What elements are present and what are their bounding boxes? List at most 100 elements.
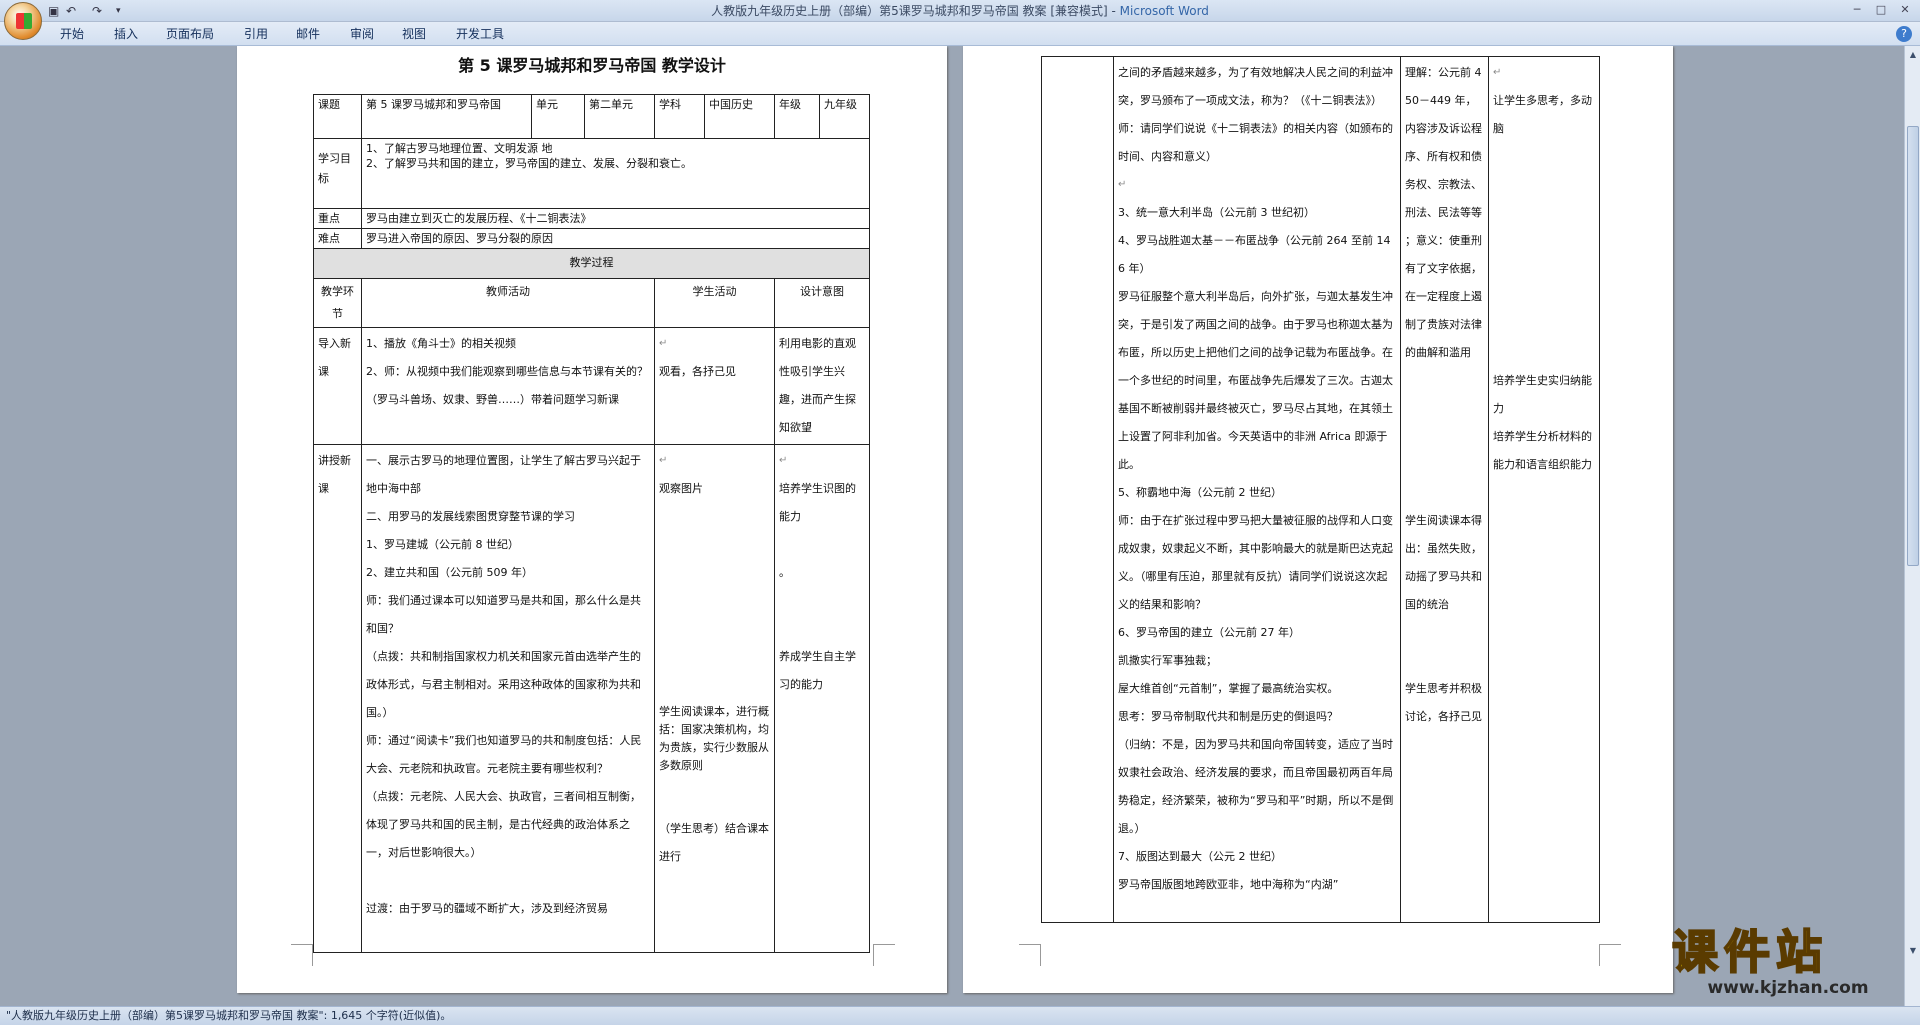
document-area[interactable]: 第 5 课罗马城邦和罗马帝国 教学设计 课题 第 5 课罗马城邦和罗马帝国 单元…	[0, 46, 1904, 1006]
list-item: 2、了解罗马共和国的建立，罗马帝国的建立、发展、分裂和衰亡。	[366, 157, 692, 170]
cell-value: 罗马进入帝国的原因、罗马分裂的原因	[361, 228, 870, 249]
scroll-up-icon[interactable]: ▲	[1908, 50, 1918, 60]
list-item: 师：请同学们说说《十二铜表法》的相关内容（如颁布的时间、内容和意义）	[1118, 122, 1393, 163]
list-item: 之间的矛盾越来越多，为了有效地解决人民之间的利益冲突，罗马颁布了一项成文法，称为…	[1118, 66, 1393, 107]
crop-mark	[1599, 944, 1621, 966]
list-item: 一、展示古罗马的地理位置图，让学生了解古罗马兴起于地中海中部	[366, 454, 641, 495]
list-item: 5、称霸地中海（公元前 2 世纪）	[1118, 486, 1282, 499]
help-icon[interactable]: ?	[1896, 26, 1912, 42]
watermark: 课件站 www.kjzhan.com	[1671, 925, 1904, 1006]
mark: ↵	[779, 455, 788, 466]
teacher-cell: 1、播放《角斗士》的相关视频 2、师：从视频中我们能观察到哪些信息与本节课有关的…	[361, 327, 655, 445]
list-item: 罗马征服整个意大利半岛后，向外扩张，与迦太基发生冲突，于是引发了两国之间的战争。…	[1118, 290, 1393, 471]
list-item: 凯撒实行军事独裁；	[1118, 654, 1217, 667]
status-bar: "人教版九年级历史上册（部编）第5课罗马城邦和罗马帝国 教案": 1,645 个…	[0, 1006, 1920, 1025]
table-row: 教学环节 教师活动 学生活动 设计意图	[313, 278, 870, 328]
tab-mailings[interactable]: 邮件	[296, 26, 320, 42]
list-item: 理解：公元前 450－449 年，内容涉及诉讼程序、所有权和债务权、宗教法、刑法…	[1405, 66, 1482, 359]
scroll-thumb[interactable]	[1907, 126, 1919, 566]
list-item: 过渡：由于罗马的疆域不断扩大，涉及到经济贸易	[366, 902, 608, 915]
tab-review[interactable]: 审阅	[350, 26, 374, 42]
list-item: 培养学生分析材料的能力和语言组织能力	[1493, 430, 1592, 471]
cell-label: 重点	[313, 208, 362, 229]
column-header: 学生活动	[654, 278, 775, 328]
tab-home[interactable]: 开始	[60, 26, 84, 42]
list-item: 4、罗马战胜迦太基－－布匿战争（公元前 264 至前 146 年）	[1118, 234, 1391, 275]
table-row: 之间的矛盾越来越多，为了有效地解决人民之间的利益冲突，罗马颁布了一项成文法，称为…	[1041, 56, 1600, 923]
list-item: 二、用罗马的发展线索图贯穿整节课的学习	[366, 510, 575, 523]
table-row: 讲授新课 一、展示古罗马的地理位置图，让学生了解古罗马兴起于地中海中部 二、用罗…	[313, 444, 870, 953]
intent-cell: 利用电影的直观性吸引学生兴趣，进而产生探知欲望	[774, 327, 870, 445]
list-item: 观察图片	[659, 482, 703, 495]
list-item: （点拨：元老院、人民大会、执政官，三者间相互制衡，体现了罗马共和国的民主制，是古…	[366, 790, 641, 859]
cell-label: 学习目标	[313, 138, 362, 209]
status-text: "人教版九年级历史上册（部编）第5课罗马城邦和罗马帝国 教案": 1,645 个…	[6, 1009, 452, 1022]
cell-value: 九年级	[819, 94, 870, 139]
scroll-down-icon[interactable]: ▼	[1908, 946, 1918, 956]
close-button[interactable]: ✕	[1894, 2, 1916, 18]
cell-value: 罗马由建立到灭亡的发展历程、《十二铜表法》	[361, 208, 870, 229]
list-item: （点拨：共和制指国家权力机关和国家元首由选举产生的政体形式，与君主制相对。采用这…	[366, 650, 641, 719]
title-bar: ▣ ↶ ↷ ▾ 人教版九年级历史上册（部编）第5课罗马城邦和罗马帝国 教案 [兼…	[0, 0, 1920, 22]
table-row: 学习目标 1、了解古罗马地理位置、文明发源 地 2、了解罗马共和国的建立，罗马帝…	[313, 138, 870, 209]
watermark-url: www.kjzhan.com	[1707, 978, 1869, 998]
teacher-cell: 一、展示古罗马的地理位置图，让学生了解古罗马兴起于地中海中部 二、用罗马的发展线…	[361, 444, 655, 953]
table-row: 课题 第 5 课罗马城邦和罗马帝国 单元 第二单元 学科 中国历史 年级 九年级	[313, 94, 870, 139]
intent-cell: ↵ 让学生多思考，多动脑 培养学生史实归纳能力 培养学生分析材料的能力和语言组织…	[1488, 56, 1600, 923]
section-heading: 教学过程	[313, 248, 870, 279]
list-item: 罗马帝国版图地跨欧亚非，地中海称为“内湖”	[1118, 878, 1339, 891]
tab-insert[interactable]: 插入	[114, 26, 138, 42]
student-cell: 理解：公元前 450－449 年，内容涉及诉讼程序、所有权和债务权、宗教法、刑法…	[1400, 56, 1489, 923]
list-item: 培养学生史实归纳能力	[1493, 374, 1592, 415]
vertical-scrollbar[interactable]: ▲ ▼	[1904, 46, 1920, 1006]
tab-page-layout[interactable]: 页面布局	[166, 26, 214, 42]
student-cell: ↵ 观察图片 学生阅读课本，进行概括：国家决策机构，均为贵族，实行少数服从多数原…	[654, 444, 775, 953]
table-row: 教学过程	[313, 248, 870, 279]
list-item: 1、播放《角斗士》的相关视频	[366, 337, 516, 350]
page-title: 第 5 课罗马城邦和罗马帝国 教学设计	[458, 56, 726, 75]
list-item: 7、版图达到最大（公元 2 世纪）	[1118, 850, 1282, 863]
teacher-cell: 之间的矛盾越来越多，为了有效地解决人民之间的利益冲突，罗马颁布了一项成文法，称为…	[1113, 56, 1401, 923]
goals-cell: 1、了解古罗马地理位置、文明发源 地 2、了解罗马共和国的建立，罗马帝国的建立、…	[361, 138, 870, 209]
stage-cell: 导入新课	[313, 327, 362, 445]
list-item: 养成学生自主学习的能力	[779, 650, 856, 691]
list-item: 师：我们通过课本可以知道罗马是共和国，那么什么是共和国？	[366, 594, 641, 635]
tab-references[interactable]: 引用	[244, 26, 268, 42]
mark: ↵	[1118, 179, 1127, 190]
watermark-text: 课件站	[1671, 925, 1828, 979]
office-button[interactable]	[4, 2, 42, 40]
intent-cell: ↵ 培养学生识图的能力 。 养成学生自主学习的能力	[774, 444, 870, 953]
list-item: 学生思考并积极讨论，各抒己见	[1405, 682, 1482, 723]
page-2: 之间的矛盾越来越多，为了有效地解决人民之间的利益冲突，罗马颁布了一项成文法，称为…	[963, 46, 1673, 993]
table-row: 难点 罗马进入帝国的原因、罗马分裂的原因	[313, 228, 870, 249]
list-item: （学生思考）结合课本进行	[659, 822, 769, 863]
crop-mark	[873, 944, 895, 966]
crop-mark	[291, 944, 313, 966]
cell-label: 学科	[654, 94, 705, 139]
cell-label: 难点	[313, 228, 362, 249]
lesson-table-continued: 之间的矛盾越来越多，为了有效地解决人民之间的利益冲突，罗马颁布了一项成文法，称为…	[1041, 56, 1600, 923]
list-item: 思考：罗马帝制取代共和制是历史的倒退吗？	[1118, 710, 1338, 723]
tab-developer[interactable]: 开发工具	[456, 26, 504, 42]
list-item: 3、统一意大利半岛（公元前 3 世纪初）	[1118, 206, 1315, 219]
mark: ↵	[659, 455, 668, 466]
list-item: 师：由于在扩张过程中罗马把大量被征服的战俘和人口变成奴隶，奴隶起义不断，其中影响…	[1118, 514, 1393, 611]
list-item: 6、罗马帝国的建立（公元前 27 年）	[1118, 626, 1300, 639]
mark: ↵	[659, 338, 668, 349]
list-item: 1、了解古罗马地理位置、文明发源 地	[366, 142, 553, 155]
list-item: 屋大维首创“元首制”，掌握了最高统治实权。	[1118, 682, 1339, 695]
cell-label: 单元	[531, 94, 585, 139]
cell-value: 第 5 课罗马城邦和罗马帝国	[361, 94, 532, 139]
table-row: 导入新课 1、播放《角斗士》的相关视频 2、师：从视频中我们能观察到哪些信息与本…	[313, 327, 870, 445]
list-item: 2、建立共和国（公元前 509 年）	[366, 566, 533, 579]
minimize-button[interactable]: ─	[1846, 2, 1868, 18]
list-item: （归纳：不是，因为罗马共和国向帝国转变，适应了当时奴隶社会政治、经济发展的要求，…	[1118, 738, 1394, 835]
stage-cell	[1041, 56, 1114, 923]
list-item: 学生阅读课本得出：虽然失败，动摇了罗马共和国的统治	[1405, 514, 1482, 611]
stage-cell: 讲授新课	[313, 444, 362, 953]
list-item: 让学生多思考，多动脑	[1493, 94, 1592, 135]
tab-view[interactable]: 视图	[402, 26, 426, 42]
student-cell: ↵ 观看，各抒己见	[654, 327, 775, 445]
lesson-table: 课题 第 5 课罗马城邦和罗马帝国 单元 第二单元 学科 中国历史 年级 九年级…	[313, 94, 870, 953]
maximize-button[interactable]: □	[1870, 2, 1892, 18]
